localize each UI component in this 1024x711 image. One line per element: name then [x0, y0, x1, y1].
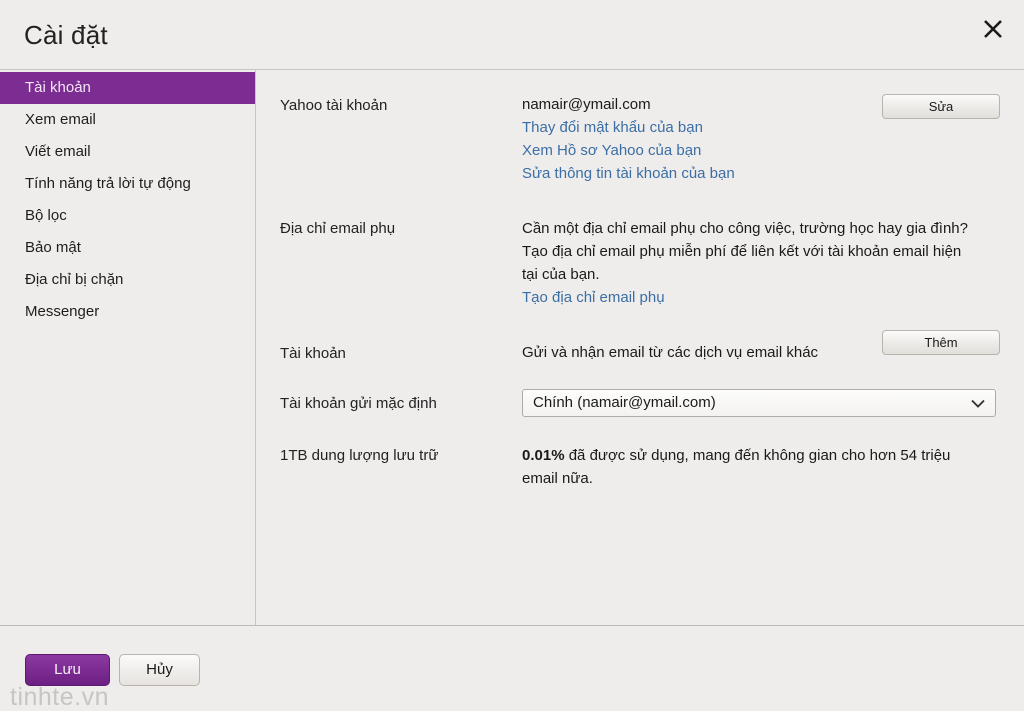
watermark: tinhte.vn	[10, 683, 110, 711]
sidebar-item-messenger[interactable]: Messenger	[0, 296, 255, 328]
content-default-sender: Chính (namair@ymail.com)	[522, 389, 1000, 417]
sidebar-item-bao-mat[interactable]: Bảo mật	[0, 232, 255, 264]
label-mailboxes: Tài khoản	[280, 345, 346, 362]
content-yahoo-account: namair@ymail.com Thay đổi mật khẩu của b…	[522, 94, 1000, 185]
label-alternate-email: Địa chỉ email phụ	[280, 220, 396, 237]
row-default-sender: Tài khoản gửi mặc định Chính (namair@yma…	[256, 389, 1024, 417]
label-default-sender: Tài khoản gửi mặc định	[280, 395, 437, 412]
dialog-titlebar: Cài đặt	[0, 0, 1024, 70]
content-alternate-email: Cần một địa chỉ email phụ cho công việc,…	[522, 217, 1000, 309]
row-alternate-email: Địa chỉ email phụ Cần một địa chỉ email …	[256, 217, 1024, 309]
link-create-alternate-email[interactable]: Tạo địa chỉ email phụ	[522, 286, 1000, 309]
label-yahoo-account: Yahoo tài khoản	[280, 97, 388, 114]
edit-account-button[interactable]: Sửa	[882, 94, 1000, 119]
storage-percent-used: 0.01%	[522, 447, 565, 464]
label-storage: 1TB dung lượng lưu trữ	[280, 447, 439, 464]
save-button[interactable]: Lưu	[25, 654, 110, 686]
content-storage: 0.01% đã được sử dụng, mang đến không gi…	[522, 444, 1000, 490]
default-sender-selected-value: Chính (namair@ymail.com)	[533, 394, 716, 411]
link-view-yahoo-profile[interactable]: Xem Hồ sơ Yahoo của bạn	[522, 139, 1000, 162]
row-mailboxes: Tài khoản Gửi và nhận email từ các dịch …	[256, 330, 1024, 364]
default-sender-select[interactable]: Chính (namair@ymail.com)	[522, 389, 996, 417]
settings-sidebar: Tài khoản Xem email Viết email Tính năng…	[0, 70, 256, 625]
row-storage: 1TB dung lượng lưu trữ 0.01% đã được sử …	[256, 444, 1024, 490]
page-title: Cài đặt	[24, 20, 108, 50]
sidebar-item-tra-loi-tu-dong[interactable]: Tính năng trả lời tự động	[0, 168, 255, 200]
settings-main-panel: Yahoo tài khoản namair@ymail.com Thay đổ…	[256, 70, 1024, 625]
dialog-footer: Lưu Hủy tinhte.vn	[0, 625, 1024, 711]
content-mailboxes: Gửi và nhận email từ các dịch vụ email k…	[522, 330, 1000, 364]
add-mailbox-button[interactable]: Thêm	[882, 330, 1000, 355]
sidebar-item-viet-email[interactable]: Viết email	[0, 136, 255, 168]
dialog-body: Tài khoản Xem email Viết email Tính năng…	[0, 70, 1024, 625]
sidebar-item-xem-email[interactable]: Xem email	[0, 104, 255, 136]
sidebar-item-bo-loc[interactable]: Bộ lọc	[0, 200, 255, 232]
cancel-button[interactable]: Hủy	[119, 654, 200, 686]
row-yahoo-account: Yahoo tài khoản namair@ymail.com Thay đổ…	[256, 94, 1024, 185]
link-edit-account-info[interactable]: Sửa thông tin tài khoản của bạn	[522, 162, 1000, 185]
sidebar-item-dia-chi-bi-chan[interactable]: Địa chỉ bị chặn	[0, 264, 255, 296]
alternate-email-description: Cần một địa chỉ email phụ cho công việc,…	[522, 220, 968, 283]
settings-dialog: Cài đặt Tài khoản Xem email Viết email T…	[0, 0, 1024, 711]
storage-description-text: đã được sử dụng, mang đến không gian cho…	[522, 447, 951, 487]
sidebar-item-tai-khoan[interactable]: Tài khoản	[0, 72, 255, 104]
storage-description: 0.01% đã được sử dụng, mang đến không gi…	[522, 444, 974, 490]
footer-button-group: Lưu Hủy	[25, 654, 200, 686]
close-icon[interactable]	[976, 12, 1010, 46]
chevron-down-icon	[971, 390, 985, 416]
link-change-password[interactable]: Thay đổi mật khẩu của bạn	[522, 116, 1000, 139]
